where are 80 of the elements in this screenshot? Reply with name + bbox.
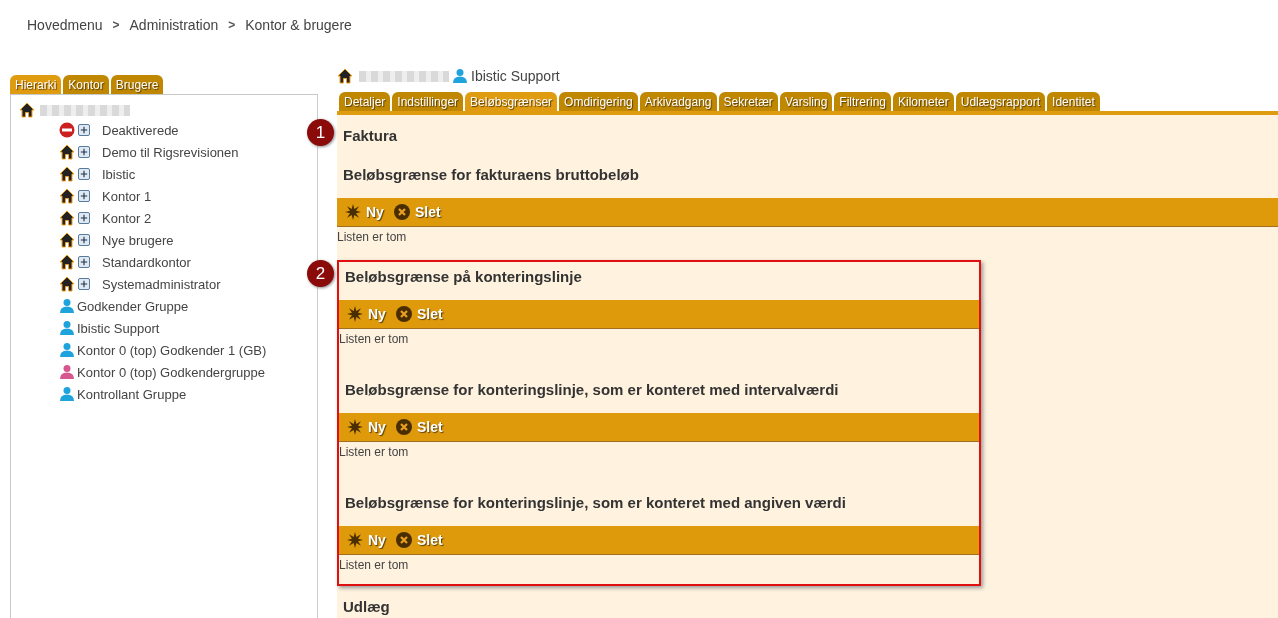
burst-icon [345, 204, 361, 220]
breadcrumb-link[interactable]: Kontor & brugere [245, 17, 352, 33]
delete-button[interactable]: Slet [395, 419, 443, 435]
empty-list-text: Listen er tom [337, 229, 408, 244]
tree-item[interactable]: Demo til Rigsrevisionen [102, 144, 239, 160]
tab[interactable]: Detaljer [339, 92, 391, 111]
house-icon [59, 166, 75, 182]
tab[interactable]: Identitet [1047, 92, 1100, 111]
tree-item[interactable]: Godkender Gruppe [77, 298, 189, 314]
tab[interactable]: Arkivadgang [639, 92, 717, 111]
burst-icon [347, 532, 363, 548]
tab[interactable]: Kontor [63, 75, 109, 94]
tab[interactable]: Kilometer [893, 92, 954, 111]
user-name: Ibistic Support [471, 68, 560, 84]
tree-item[interactable]: Standardkontor [102, 254, 191, 270]
house-icon [19, 102, 35, 118]
expand-button[interactable] [78, 190, 90, 202]
house-icon [337, 68, 353, 84]
tree-item[interactable]: Kontor 0 (top) Godkender 1 (GB) [77, 342, 267, 358]
expand-button[interactable] [78, 212, 90, 224]
new-button[interactable]: Ny [347, 306, 386, 322]
tree-item[interactable]: Ibistic [102, 166, 136, 182]
breadcrumb-separator: > [228, 18, 236, 32]
step-marker: 2 [307, 260, 334, 287]
house-icon [59, 254, 75, 270]
tree-item[interactable]: Kontor 1 [102, 188, 152, 204]
tab[interactable]: Filtrering [834, 92, 892, 111]
house-icon [59, 232, 75, 248]
breadcrumb-separator: > [112, 18, 120, 32]
breadcrumb-link[interactable]: Hovedmenu [27, 17, 103, 33]
tree-item[interactable]: Kontor 0 (top) Godkendergruppe [77, 364, 265, 380]
step-marker: 1 [307, 119, 334, 146]
close-icon [395, 532, 412, 548]
new-button[interactable]: Ny [347, 532, 386, 548]
section-title: Beløbsgrænse for konteringslinje, som er konteret med intervalværdi [344, 380, 840, 400]
house-icon [59, 276, 75, 292]
expand-button[interactable] [78, 256, 90, 268]
empty-list-text: Listen er tom [339, 557, 410, 572]
tree-item[interactable]: Kontrollant Gruppe [77, 386, 187, 402]
tab[interactable]: Indstillinger [392, 92, 464, 111]
expand-button[interactable] [78, 234, 90, 246]
house-icon [59, 188, 75, 204]
empty-list-text: Listen er tom [339, 444, 410, 459]
no-entry-icon [59, 122, 75, 138]
section-title: Beløbsgrænse for konteringslinje, som er konteret med angiven værdi [344, 493, 847, 513]
tab[interactable]: Hierarki [10, 75, 62, 94]
close-icon [395, 419, 412, 435]
close-icon [395, 306, 412, 322]
close-icon [393, 204, 410, 220]
burst-icon [347, 419, 363, 435]
breadcrumb-link[interactable]: Administration [129, 17, 219, 33]
section-title: Beløbsgrænse på konteringslinje [344, 267, 583, 287]
tree-item[interactable]: Systemadministrator [102, 276, 221, 292]
expand-button[interactable] [78, 124, 90, 136]
tab[interactable]: Beløbsgrænser [465, 92, 558, 111]
tab[interactable]: Sekretær [718, 92, 778, 111]
section-heading: Faktura [343, 127, 399, 144]
expand-button[interactable] [78, 168, 90, 180]
tree-item[interactable]: Nye brugere [102, 232, 174, 248]
house-icon [59, 210, 75, 226]
section-heading: Udlæg [343, 598, 391, 615]
delete-button[interactable]: Slet [393, 204, 441, 220]
section-title: Beløbsgrænse for fakturaens bruttobeløb [342, 165, 640, 185]
new-button[interactable]: Ny [345, 204, 384, 220]
expand-button[interactable] [78, 278, 90, 290]
new-button[interactable]: Ny [347, 419, 386, 435]
empty-list-text: Listen er tom [339, 331, 410, 346]
burst-icon [347, 306, 363, 322]
expand-button[interactable] [78, 146, 90, 158]
person-icon [452, 68, 468, 84]
tab[interactable]: Brugere [110, 75, 164, 94]
house-icon [59, 144, 75, 160]
tree-item[interactable]: Ibistic Support [77, 320, 160, 336]
delete-button[interactable]: Slet [395, 306, 443, 322]
tab[interactable]: Omdirigering [559, 92, 638, 111]
tab[interactable]: Varsling [779, 92, 833, 111]
delete-button[interactable]: Slet [395, 532, 443, 548]
tree-item[interactable]: Deaktiverede [102, 122, 179, 138]
tree-item[interactable]: Kontor 2 [102, 210, 152, 226]
tab[interactable]: Udlægsrapport [955, 92, 1046, 111]
